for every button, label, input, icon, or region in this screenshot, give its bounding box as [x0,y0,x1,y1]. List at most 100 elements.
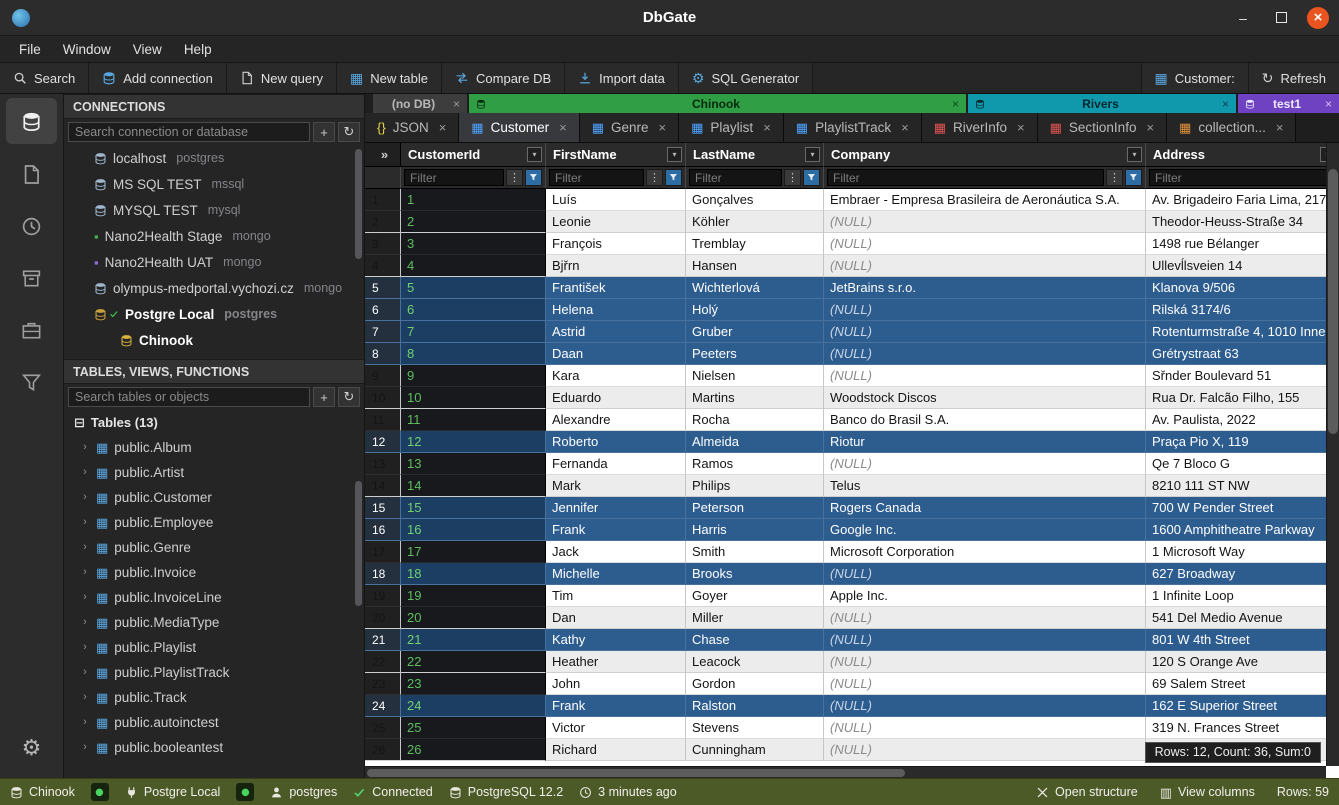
cell-company[interactable]: (NULL) [824,673,1146,695]
table-row[interactable]: 2121KathyChase(NULL)801 W 4th Street [365,629,1339,651]
cell-customerid[interactable]: 11 [401,409,546,431]
cell-customerid[interactable]: 7 [401,321,546,343]
close-icon[interactable]: × [1146,121,1154,134]
cell-customerid[interactable]: 13 [401,453,546,475]
table-item-invoice[interactable]: ›▦public.Invoice [64,560,364,585]
cell-firstname[interactable]: Michelle [546,563,686,585]
cell-address[interactable]: Qe 7 Bloco G [1146,453,1339,475]
connections-search-input[interactable] [68,122,310,142]
cell-firstname[interactable]: Eduardo [546,387,686,409]
activity-history-button[interactable] [0,200,63,252]
close-button[interactable]: × [1307,7,1329,29]
cell-address[interactable]: 541 Del Medio Avenue [1146,607,1339,629]
connection-status-dot[interactable] [91,783,109,801]
table-row[interactable]: 55FrantišekWichterlováJetBrains s.r.o.Kl… [365,277,1339,299]
filter-menu-button[interactable]: ⋮ [646,169,663,186]
cell-lastname[interactable]: Köhler [686,211,824,233]
activity-archive-button[interactable] [0,252,63,304]
table-row[interactable]: 11LuísGonçalvesEmbraer - Empresa Brasile… [365,189,1339,211]
cell-address[interactable]: 1600 Amphitheatre Parkway [1146,519,1339,541]
table-row[interactable]: 1717JackSmithMicrosoft Corporation1 Micr… [365,541,1339,563]
cell-company[interactable]: (NULL) [824,299,1146,321]
close-icon[interactable]: × [447,98,460,110]
table-row[interactable]: 1616FrankHarrisGoogle Inc.1600 Amphithea… [365,519,1339,541]
add-connection-small-button[interactable]: + [313,122,335,142]
minimize-button[interactable]: – [1231,6,1255,30]
table-item-autoinctest[interactable]: ›▦public.autoinctest [64,710,364,735]
tab-riverinfo[interactable]: ▦RiverInfo× [922,113,1038,142]
cell-company[interactable]: Banco do Brasil S.A. [824,409,1146,431]
cell-company[interactable]: Telus [824,475,1146,497]
add-table-button[interactable]: + [313,387,335,407]
cell-company[interactable]: (NULL) [824,343,1146,365]
table-row[interactable]: 1010EduardoMartinsWoodstock DiscosRua Dr… [365,387,1339,409]
table-item-album[interactable]: ›▦public.Album [64,435,364,460]
cell-company[interactable]: Riotur [824,431,1146,453]
import-data-button[interactable]: Import data [565,63,679,93]
connection-item[interactable]: MYSQL TESTmysql [64,197,364,223]
close-icon[interactable]: × [763,121,771,134]
cell-customerid[interactable]: 10 [401,387,546,409]
table-item-invoiceline[interactable]: ›▦public.InvoiceLine [64,585,364,610]
table-row[interactable]: 88DaanPeeters(NULL)Grétrystraat 63 [365,343,1339,365]
last-refresh[interactable]: 3 minutes ago [579,785,677,799]
table-row[interactable]: 1212RobertoAlmeidaRioturPraça Pio X, 119 [365,431,1339,453]
current-database[interactable]: Chinook [10,785,75,799]
cell-firstname[interactable]: Helena [546,299,686,321]
tables-panel-header[interactable]: TABLES, VIEWS, FUNCTIONS [64,359,364,384]
cell-address[interactable]: 8210 111 ST NW [1146,475,1339,497]
close-icon[interactable]: × [946,98,959,110]
connections-panel-header[interactable]: CONNECTIONS [64,94,364,119]
column-header-address[interactable]: Address▾ [1146,143,1339,167]
cell-lastname[interactable]: Wichterlová [686,277,824,299]
cell-address[interactable]: Rua Dr. Falcão Filho, 155 [1146,387,1339,409]
cell-customerid[interactable]: 15 [401,497,546,519]
cell-customerid[interactable]: 1 [401,189,546,211]
close-icon[interactable]: × [1017,121,1025,134]
connection-status-dot[interactable] [236,783,254,801]
view-columns[interactable]: ▥View columns [1160,785,1255,799]
cell-lastname[interactable]: Ralston [686,695,824,717]
table-item-track[interactable]: ›▦public.Track [64,685,364,710]
current-connection[interactable]: Postgre Local [125,785,220,799]
menu-window[interactable]: Window [52,39,122,60]
collapse-icon[interactable]: ⊟ [74,416,85,429]
cell-lastname[interactable]: Leacock [686,651,824,673]
horizontal-scrollbar-thumb[interactable] [367,769,905,777]
column-header-company[interactable]: Company▾ [824,143,1146,167]
menu-help[interactable]: Help [173,39,223,60]
compare-db-button[interactable]: Compare DB [442,63,565,93]
cell-customerid[interactable]: 19 [401,585,546,607]
filter-input-customerid[interactable] [404,169,504,186]
cell-lastname[interactable]: Nielsen [686,365,824,387]
column-dropdown-button[interactable]: ▾ [805,147,820,162]
cell-firstname[interactable]: Frank [546,519,686,541]
cell-firstname[interactable]: Kara [546,365,686,387]
cell-lastname[interactable]: Tremblay [686,233,824,255]
cell-customerid[interactable]: 22 [401,651,546,673]
cell-firstname[interactable]: Jack [546,541,686,563]
cell-customerid[interactable]: 2 [401,211,546,233]
filter-funnel-button[interactable] [803,169,820,186]
cell-company[interactable]: Embraer - Empresa Brasileira de Aeronáut… [824,189,1146,211]
vertical-scrollbar[interactable] [1326,143,1339,766]
cell-company[interactable]: (NULL) [824,365,1146,387]
menu-view[interactable]: View [122,39,173,60]
cell-customerid[interactable]: 5 [401,277,546,299]
close-icon[interactable]: × [659,121,667,134]
settings-button[interactable]: ⚙ [0,726,63,770]
cell-firstname[interactable]: François [546,233,686,255]
cell-lastname[interactable]: Miller [686,607,824,629]
cell-company[interactable]: (NULL) [824,211,1146,233]
close-icon[interactable]: × [1276,121,1284,134]
column-dropdown-button[interactable]: ▾ [667,147,682,162]
new-query-button[interactable]: New query [227,63,337,93]
cell-company[interactable]: (NULL) [824,717,1146,739]
cell-firstname[interactable]: Fernanda [546,453,686,475]
table-row[interactable]: 44BjřrnHansen(NULL)Ullevĺlsveien 14 [365,255,1339,277]
cell-company[interactable]: (NULL) [824,233,1146,255]
table-row[interactable]: 1515JenniferPetersonRogers Canada700 W P… [365,497,1339,519]
table-item-genre[interactable]: ›▦public.Genre [64,535,364,560]
cell-company[interactable]: Google Inc. [824,519,1146,541]
refresh-connections-button[interactable]: ↻ [338,122,360,142]
